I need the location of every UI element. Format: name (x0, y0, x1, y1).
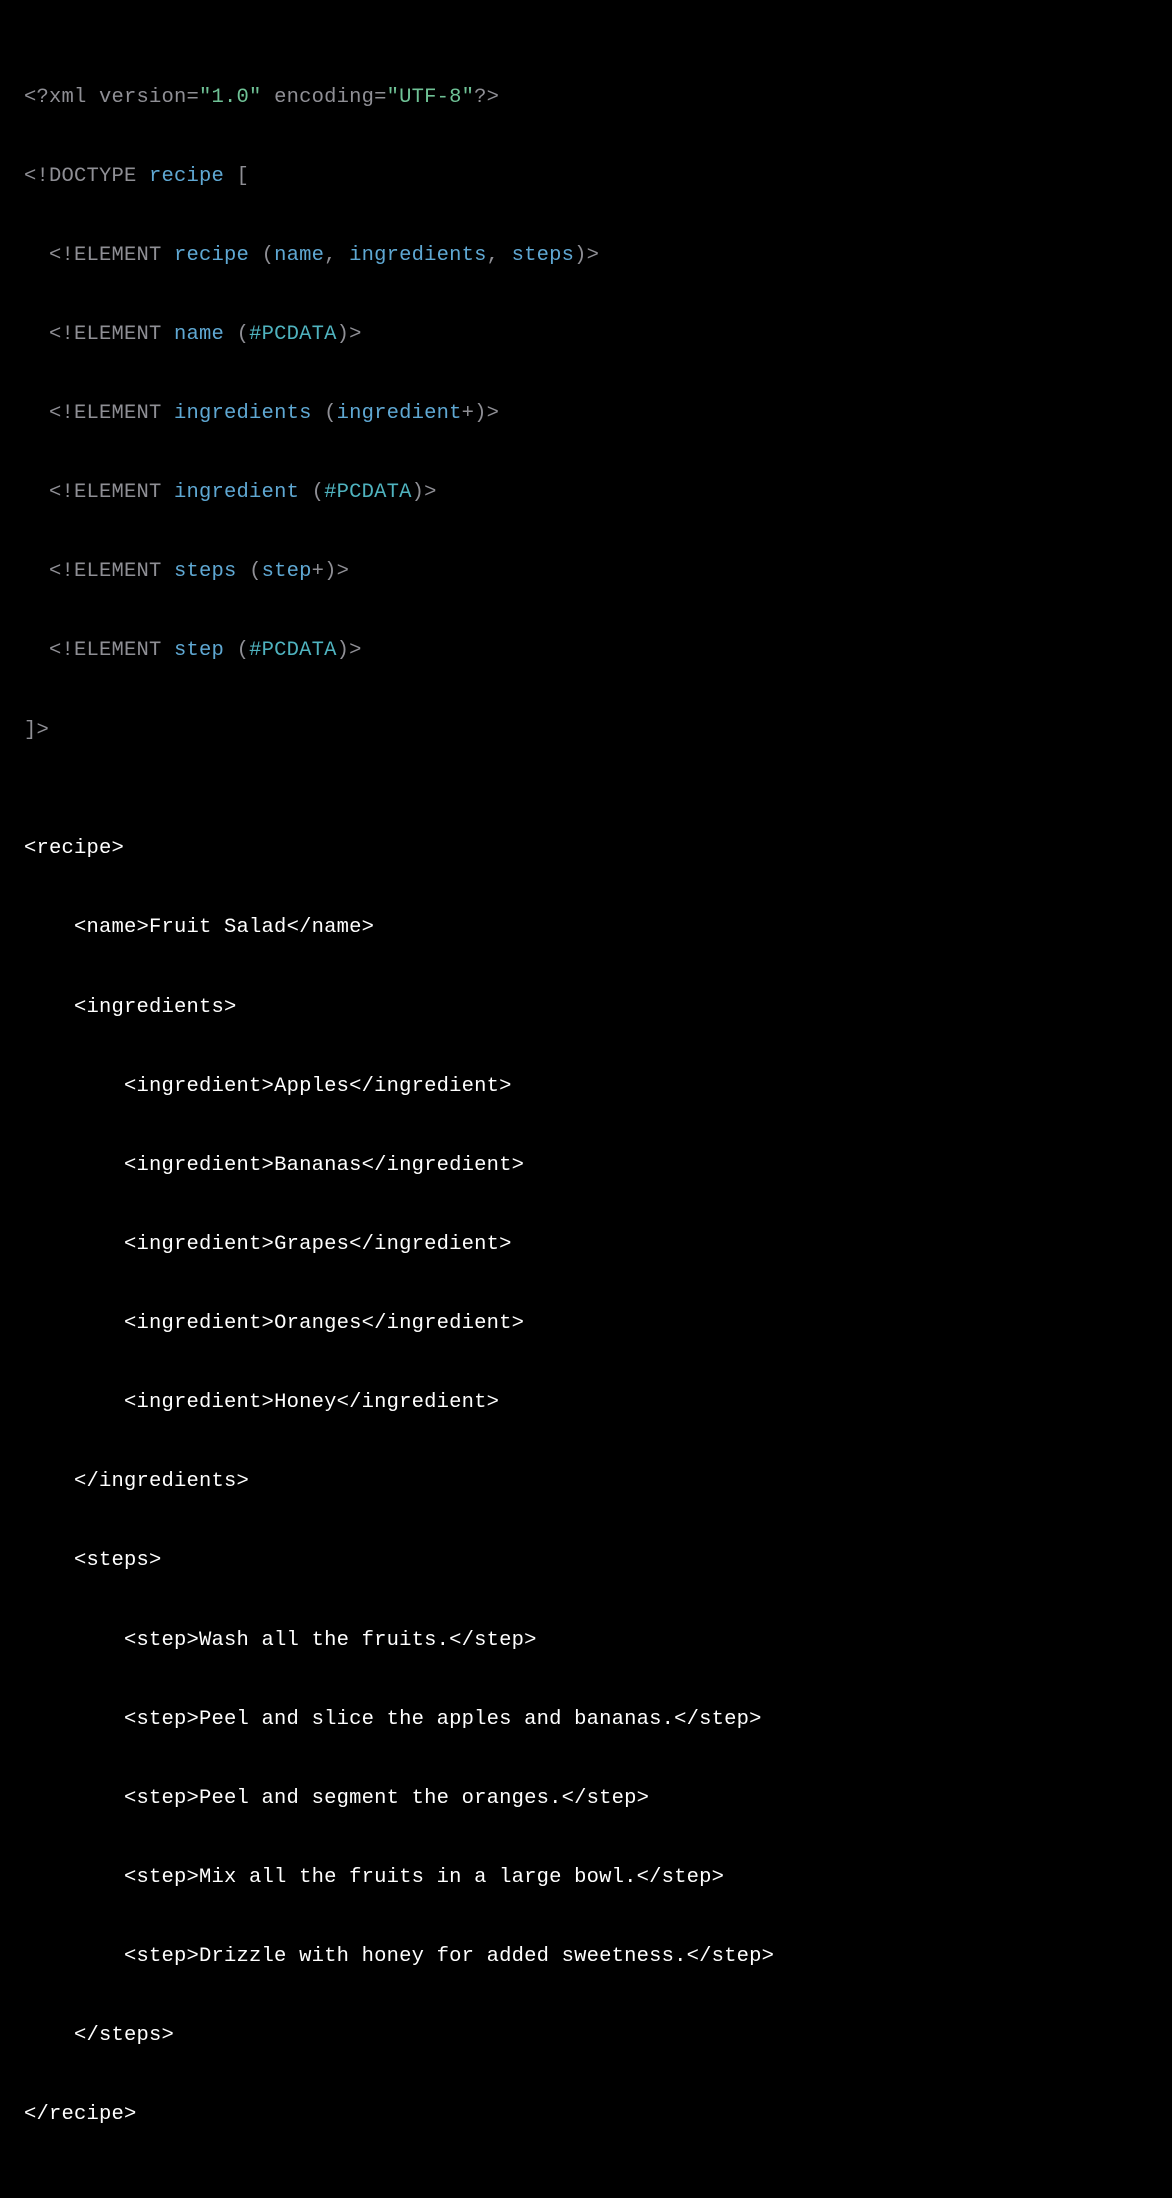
element-name: steps (174, 560, 237, 583)
steps-close-tag: </steps> (24, 2016, 1148, 2056)
ingredient-element: <ingredient>Honey</ingredient> (24, 1383, 1148, 1423)
element-decl: <!ELEMENT step (#PCDATA)> (24, 631, 1148, 671)
element-decl: <!ELEMENT ingredient (#PCDATA)> (24, 473, 1148, 513)
name-element: <name>Fruit Salad</name> (24, 908, 1148, 948)
doctype-open: <!DOCTYPE recipe [ (24, 157, 1148, 197)
ingredient-text: Honey (274, 1391, 337, 1414)
code-block: <?xml version="1.0" encoding="UTF-8"?> <… (0, 0, 1172, 2198)
pcdata: #PCDATA (324, 481, 412, 504)
element-decl: <!ELEMENT name (#PCDATA)> (24, 315, 1148, 355)
xml-encoding-key: encoding (274, 86, 374, 109)
ingredients-open-tag: <ingredients> (24, 988, 1148, 1028)
element-name: recipe (174, 244, 249, 267)
step-element: <step>Drizzle with honey for added sweet… (24, 1937, 1148, 1977)
ingredient-text: Bananas (274, 1154, 362, 1177)
ingredient-text: Grapes (274, 1233, 349, 1256)
element-decl: <!ELEMENT ingredients (ingredient+)> (24, 394, 1148, 434)
xml-declaration: <?xml version="1.0" encoding="UTF-8"?> (24, 78, 1148, 118)
pcdata: #PCDATA (249, 323, 337, 346)
step-element: <step>Peel and slice the apples and bana… (24, 1700, 1148, 1740)
recipe-close-tag: </recipe> (24, 2095, 1148, 2135)
ingredient-text: Oranges (274, 1312, 362, 1335)
doctype-close: ]> (24, 711, 1148, 751)
ingredient-element: <ingredient>Bananas</ingredient> (24, 1146, 1148, 1186)
element-decl: <!ELEMENT recipe (name, ingredients, ste… (24, 236, 1148, 276)
recipe-open-tag: <recipe> (24, 829, 1148, 869)
xml-decl-close: ?> (474, 86, 499, 109)
xml-version-key: version (99, 86, 187, 109)
step-text: Wash all the fruits. (199, 1629, 449, 1652)
pcdata: #PCDATA (249, 639, 337, 662)
step-element: <step>Mix all the fruits in a large bowl… (24, 1858, 1148, 1898)
step-text: Peel and segment the oranges. (199, 1787, 562, 1810)
element-name: ingredients (174, 402, 312, 425)
ingredient-element: <ingredient>Apples</ingredient> (24, 1067, 1148, 1107)
step-text: Drizzle with honey for added sweetness. (199, 1945, 687, 1968)
doctype-name: recipe (149, 165, 224, 188)
ingredient-text: Apples (274, 1075, 349, 1098)
ingredients-close-tag: </ingredients> (24, 1462, 1148, 1502)
element-decl: <!ELEMENT steps (step+)> (24, 552, 1148, 592)
xml-encoding-val: "UTF-8" (387, 86, 475, 109)
xml-version-val: "1.0" (199, 86, 262, 109)
element-name: ingredient (174, 481, 299, 504)
step-element: <step>Wash all the fruits.</step> (24, 1621, 1148, 1661)
xml-decl-open: <?xml (24, 86, 99, 109)
step-text: Peel and slice the apples and bananas. (199, 1708, 674, 1731)
ingredient-element: <ingredient>Oranges</ingredient> (24, 1304, 1148, 1344)
step-element: <step>Peel and segment the oranges.</ste… (24, 1779, 1148, 1819)
step-text: Mix all the fruits in a large bowl. (199, 1866, 637, 1889)
element-name: name (174, 323, 224, 346)
recipe-name-text: Fruit Salad (149, 916, 287, 939)
element-name: step (174, 639, 224, 662)
steps-open-tag: <steps> (24, 1541, 1148, 1581)
ingredient-element: <ingredient>Grapes</ingredient> (24, 1225, 1148, 1265)
